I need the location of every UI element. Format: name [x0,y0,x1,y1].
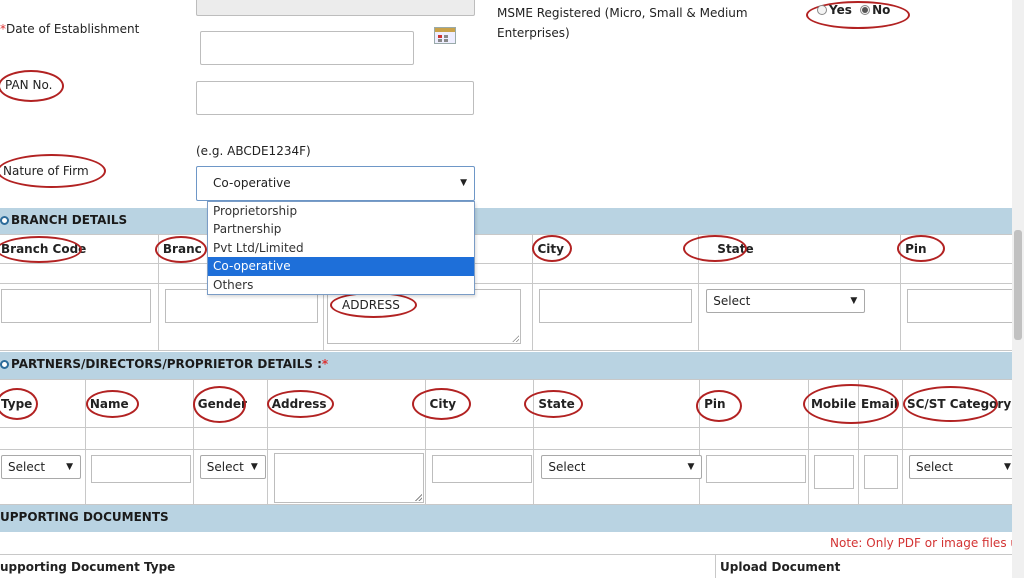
pin-annotation-oval [897,235,945,262]
partner-city-input[interactable] [431,455,532,483]
vertical-scrollbar[interactable] [1012,0,1024,578]
partner-pin-annotation-oval [696,390,742,422]
msme-label: MSME Registered (Micro, Small & Medium E… [497,6,748,40]
scrollbar-thumb[interactable] [1014,230,1022,340]
partner-pin-input[interactable] [706,455,807,483]
msme-radio-group: Yes No [817,3,890,17]
gender-select[interactable]: Select ▼ [199,455,266,479]
date-of-establishment-input[interactable] [200,31,414,65]
mobile-input[interactable] [813,455,854,489]
gender-annotation-oval [193,386,246,423]
option-pvt-ltd[interactable]: Pvt Ltd/Limited [208,239,474,257]
partner-address-textarea[interactable] [273,453,424,503]
resize-handle-icon[interactable] [414,494,422,501]
name-annotation-oval [86,390,139,418]
date-of-establishment-label: *Date of Establishment [0,22,140,36]
previous-field-input[interactable] [196,0,475,16]
nature-of-firm-dropdown[interactable]: Proprietorship Partnership Pvt Ltd/Limit… [207,201,475,295]
documents-table-border [0,554,1024,555]
category-select[interactable]: Select ▼ [908,455,1019,479]
city-annotation-oval [532,235,572,262]
chevron-down-icon: ▼ [66,462,73,472]
nature-of-firm-select[interactable]: Co-operative ▼ [196,166,475,201]
branch-pin-input[interactable] [907,289,1024,323]
section-bullet-icon [0,360,9,369]
branch-details-header: BRANCH DETAILS [0,208,1024,234]
branch-annotation-oval [155,236,207,263]
pan-input[interactable] [196,81,474,115]
branch-city-input[interactable] [539,289,693,323]
option-others[interactable]: Others [208,276,474,294]
type-select[interactable]: Select ▼ [1,455,81,479]
pan-label: PAN No. [5,78,53,92]
option-partnership[interactable]: Partnership [208,220,474,238]
section-bullet-icon [0,216,9,225]
chevron-down-icon: ▼ [850,296,858,306]
calendar-icon[interactable] [434,27,456,44]
branch-code-annotation-oval [0,236,82,263]
pan-hint: (e.g. ABCDE1234F) [196,144,311,158]
chevron-down-icon: ▼ [460,178,467,188]
option-co-operative[interactable]: Co-operative [208,257,474,276]
partner-city-annotation-oval [412,388,471,420]
partner-state-annotation-oval [524,390,583,418]
resize-handle-icon[interactable] [511,335,519,342]
option-proprietorship[interactable]: Proprietorship [208,202,474,220]
upload-document-header: Upload Document [720,560,841,574]
name-input[interactable] [90,455,191,483]
branch-table: Branch Code Branc City State Pin Select ▼ [0,234,1024,351]
documents-column-divider [715,554,716,578]
address-placeholder: ADDRESS [342,298,400,312]
nature-of-firm-label: Nature of Firm [3,164,89,178]
chevron-down-icon: ▼ [687,462,695,472]
supporting-documents-header: UPPORTING DOCUMENTS [0,505,1024,532]
msme-no-radio[interactable] [860,5,871,15]
document-type-header: upporting Document Type [0,560,176,574]
category-annotation-oval [903,386,998,422]
msme-yes-radio[interactable] [817,5,827,15]
partners-details-header: PARTNERS/DIRECTORS/PROPRIETOR DETAILS :* [0,352,1024,379]
partner-state-select[interactable]: Select ▼ [541,455,703,479]
branch-state-select[interactable]: Select ▼ [706,289,866,313]
file-type-note: Note: Only PDF or image files u [830,536,1018,550]
email-input[interactable] [863,455,898,489]
chevron-down-icon: ▼ [250,462,258,472]
address-header-annotation-oval [267,390,334,418]
branch-code-input[interactable] [1,289,151,323]
chevron-down-icon: ▼ [1004,462,1011,472]
mobile-email-annotation-oval [803,384,899,424]
state-annotation-oval [683,235,747,262]
